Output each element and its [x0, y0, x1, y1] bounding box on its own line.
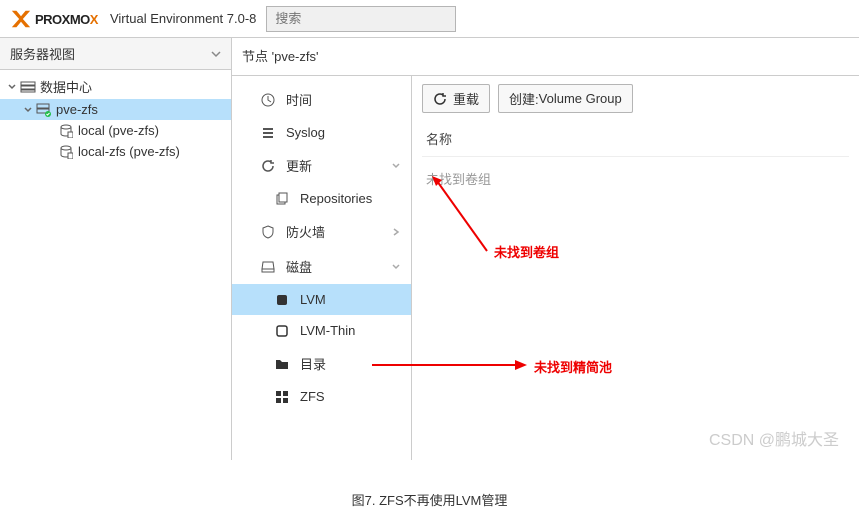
datacenter-icon — [18, 81, 38, 93]
menu-syslog[interactable]: Syslog — [232, 117, 411, 148]
menu-zfs[interactable]: ZFS — [232, 381, 411, 412]
menu-label: 磁盘 — [286, 257, 312, 276]
menu-label: LVM — [300, 292, 326, 307]
menu-directory[interactable]: 目录 — [232, 346, 411, 381]
tree-datacenter[interactable]: 数据中心 — [0, 74, 231, 99]
logo: PROXMOX — [0, 7, 104, 30]
hdd-icon — [258, 260, 278, 274]
server-icon — [34, 103, 54, 117]
folder-icon — [272, 358, 292, 370]
menu-lvm[interactable]: LVM — [232, 284, 411, 315]
reload-icon — [433, 92, 447, 106]
menu-label: LVM-Thin — [300, 323, 355, 338]
breadcrumb: 节点 'pve-zfs' — [232, 38, 859, 76]
menu-label: 目录 — [300, 354, 326, 373]
resource-tree: 数据中心 pve-zfs local (pve-zfs) local-zfs (… — [0, 70, 231, 166]
menu-label: Repositories — [300, 191, 372, 206]
watermark: CSDN @鹏城大圣 — [709, 426, 839, 450]
tree-storage-local[interactable]: local (pve-zfs) — [0, 120, 231, 141]
brand-text: PROXMOX — [35, 7, 98, 30]
column-header-name[interactable]: 名称 — [422, 121, 849, 157]
storage-icon — [56, 145, 76, 159]
search-box[interactable] — [266, 6, 456, 32]
tree-label: 数据中心 — [40, 77, 92, 96]
menu-repositories[interactable]: Repositories — [232, 183, 411, 214]
storage-icon — [56, 124, 76, 138]
figure-caption: 图7. ZFS不再使用LVM管理 — [0, 460, 859, 519]
tree-node-pve-zfs[interactable]: pve-zfs — [0, 99, 231, 120]
menu-label: 时间 — [286, 90, 312, 109]
menu-lvm-thin[interactable]: LVM-Thin — [232, 315, 411, 346]
tree-storage-local-zfs[interactable]: local-zfs (pve-zfs) — [0, 141, 231, 162]
annotation-text-1: 未找到卷组 — [494, 242, 559, 261]
menu-updates[interactable]: 更新 — [232, 148, 411, 183]
menu-label: 更新 — [286, 156, 312, 175]
config-menu: 时间 Syslog 更新 Repositories — [232, 76, 412, 460]
square-filled-icon — [272, 294, 292, 306]
button-label-prefix: 创建: — [509, 89, 539, 108]
button-label: 重载 — [453, 89, 479, 108]
clock-icon — [258, 93, 278, 107]
square-outline-icon — [272, 325, 292, 337]
tree-label: pve-zfs — [56, 102, 98, 117]
chevron-down-icon — [391, 161, 401, 171]
menu-time[interactable]: 时间 — [232, 82, 411, 117]
search-input[interactable] — [267, 7, 455, 31]
env-version: Virtual Environment 7.0-8 — [110, 11, 256, 26]
menu-disks[interactable]: 磁盘 — [232, 249, 411, 284]
view-selector-label: 服务器视图 — [10, 44, 75, 63]
content-pane: 重载 创建: Volume Group 名称 未找到卷组 未找到卷组 未找到精简… — [412, 76, 859, 460]
shield-icon — [258, 225, 278, 239]
menu-label: ZFS — [300, 389, 325, 404]
logo-x-icon — [10, 8, 32, 30]
grid-icon — [272, 391, 292, 403]
chevron-right-icon — [391, 227, 401, 237]
refresh-icon — [258, 159, 278, 173]
button-label: Volume Group — [539, 91, 622, 106]
menu-label: 防火墙 — [286, 222, 325, 241]
list-icon — [258, 126, 278, 140]
chevron-down-icon — [391, 262, 401, 272]
create-volume-group-button[interactable]: 创建: Volume Group — [498, 84, 633, 113]
reload-button[interactable]: 重载 — [422, 84, 490, 113]
menu-label: Syslog — [286, 125, 325, 140]
tree-label: local (pve-zfs) — [78, 123, 159, 138]
empty-message: 未找到卷组 — [422, 157, 849, 200]
tree-label: local-zfs (pve-zfs) — [78, 144, 180, 159]
annotation-text-2: 未找到精简池 — [534, 357, 612, 376]
view-selector[interactable]: 服务器视图 — [0, 38, 231, 70]
tree-toggle-icon[interactable] — [22, 105, 34, 115]
chevron-down-icon — [211, 49, 221, 59]
files-icon — [272, 192, 292, 206]
menu-firewall[interactable]: 防火墙 — [232, 214, 411, 249]
tree-toggle-icon[interactable] — [6, 82, 18, 92]
